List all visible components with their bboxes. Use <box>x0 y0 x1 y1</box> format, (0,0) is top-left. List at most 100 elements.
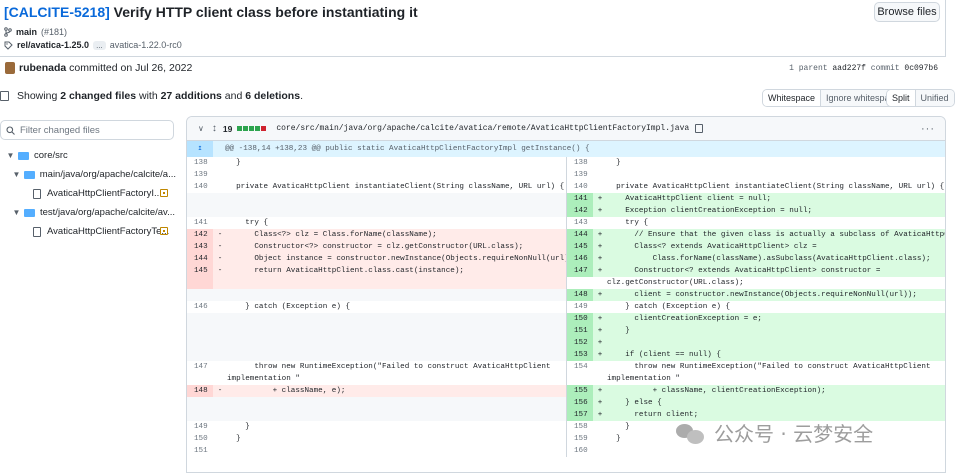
line-number[interactable]: 150 <box>567 313 593 325</box>
diff-marker: - <box>213 229 227 241</box>
split-button[interactable]: Split <box>887 90 916 106</box>
diff-marker <box>213 337 227 349</box>
filter-files-input[interactable] <box>20 124 160 136</box>
line-number[interactable]: 150 <box>187 433 213 445</box>
line-number[interactable] <box>187 325 213 337</box>
line-number[interactable]: 149 <box>567 301 593 313</box>
line-number[interactable]: 142 <box>187 229 213 241</box>
whitespace-button[interactable]: Whitespace <box>763 90 822 106</box>
copy-icon[interactable] <box>695 124 704 133</box>
line-number[interactable] <box>187 277 213 289</box>
line-number[interactable]: 138 <box>187 157 213 169</box>
line-number[interactable]: 148 <box>187 385 213 397</box>
line-number[interactable]: 157 <box>567 409 593 421</box>
tag-name[interactable]: rel/avatica-1.25.0 <box>17 40 89 50</box>
line-number[interactable]: 143 <box>567 217 593 229</box>
line-number[interactable] <box>567 373 593 385</box>
line-number[interactable]: 144 <box>567 229 593 241</box>
line-number[interactable] <box>187 337 213 349</box>
line-number[interactable]: 151 <box>187 445 213 457</box>
issue-link[interactable]: [CALCITE-5218] <box>4 4 110 20</box>
branch-name[interactable]: main <box>16 27 37 37</box>
line-number[interactable]: 138 <box>567 157 593 169</box>
tree-folder-main[interactable]: ▼ main/java/org/apache/calcite/a... <box>0 165 176 184</box>
diff-marker <box>593 361 607 373</box>
more-tags-button[interactable]: ... <box>93 40 106 50</box>
tag-prev[interactable]: avatica-1.22.0-rc0 <box>110 40 182 50</box>
line-number[interactable]: 144 <box>187 253 213 265</box>
file-tree-toggle-icon[interactable] <box>0 91 9 101</box>
line-number[interactable] <box>187 349 213 361</box>
diff-marker <box>213 169 227 181</box>
folder-icon <box>18 151 29 160</box>
line-number[interactable] <box>187 205 213 217</box>
pr-link[interactable]: (#181) <box>41 27 67 37</box>
line-number[interactable]: 149 <box>187 421 213 433</box>
code-line <box>227 313 566 325</box>
line-number[interactable] <box>187 313 213 325</box>
file-path[interactable]: core/src/main/java/org/apache/calcite/av… <box>276 124 689 133</box>
line-number[interactable]: 146 <box>187 301 213 313</box>
diff-marker <box>213 277 227 289</box>
expand-all-icon[interactable]: ↕ <box>212 123 217 134</box>
tree-folder-test[interactable]: ▼ test/java/org/apache/calcite/av... <box>0 203 176 222</box>
right-side: 153 + if (client == null) { <box>566 349 945 361</box>
diff-marker: + <box>593 349 607 361</box>
right-side: 145 + Class<? extends AvaticaHttpClient> … <box>566 241 945 253</box>
more-options-button[interactable]: ··· <box>921 123 935 135</box>
line-number[interactable]: 159 <box>567 433 593 445</box>
line-number[interactable]: 152 <box>567 337 593 349</box>
line-number[interactable]: 139 <box>567 169 593 181</box>
line-number[interactable] <box>187 193 213 205</box>
line-number[interactable]: 155 <box>567 385 593 397</box>
diff-marker <box>213 433 227 445</box>
line-number[interactable]: 151 <box>567 325 593 337</box>
unified-button[interactable]: Unified <box>915 90 954 106</box>
line-number[interactable] <box>187 289 213 301</box>
line-number[interactable]: 141 <box>567 193 593 205</box>
line-number[interactable]: 156 <box>567 397 593 409</box>
diff-marker: + <box>593 253 607 265</box>
diff-row: 141 + AvaticaHttpClient client = null; <box>187 193 945 205</box>
line-number[interactable]: 148 <box>567 289 593 301</box>
line-number[interactable] <box>187 397 213 409</box>
line-number[interactable] <box>187 409 213 421</box>
code-line: clientCreationException = e; <box>607 313 945 325</box>
line-number[interactable]: 160 <box>567 445 593 457</box>
code-line: private AvaticaHttpClient instantiateCli… <box>227 183 565 191</box>
line-number[interactable]: 140 <box>187 181 213 193</box>
line-number[interactable]: 142 <box>567 205 593 217</box>
code-line: } <box>227 435 241 443</box>
line-number[interactable]: 140 <box>567 181 593 193</box>
avatar[interactable] <box>5 62 15 74</box>
diff-marker <box>213 361 227 373</box>
tree-folder-core-src[interactable]: ▼ core/src <box>0 146 176 165</box>
diff-marker <box>213 397 227 409</box>
code-line <box>227 397 566 409</box>
line-number[interactable]: 154 <box>567 361 593 373</box>
line-number[interactable]: 143 <box>187 241 213 253</box>
line-number[interactable]: 147 <box>567 265 593 277</box>
line-number[interactable]: 147 <box>187 361 213 373</box>
browse-files-button[interactable]: Browse files <box>874 2 940 22</box>
line-number[interactable] <box>567 277 593 289</box>
left-side <box>187 397 566 409</box>
left-side: 143- Constructor<?> constructor = clz.ge… <box>187 241 566 253</box>
tree-file-factory-test[interactable]: AvaticaHttpClientFactoryTe... <box>0 222 176 241</box>
line-number[interactable]: 146 <box>567 253 593 265</box>
expand-up-icon[interactable]: ↥ <box>187 141 213 157</box>
line-number[interactable]: 153 <box>567 349 593 361</box>
diff-marker <box>593 433 607 445</box>
line-number[interactable]: 141 <box>187 217 213 229</box>
parent-hash[interactable]: aad227f <box>832 64 866 73</box>
line-number[interactable]: 139 <box>187 169 213 181</box>
line-number[interactable]: 158 <box>567 421 593 433</box>
line-number[interactable]: 145 <box>187 265 213 277</box>
whitespace-toggle: Whitespace Ignore whitespace <box>762 89 906 107</box>
collapse-chevron-icon[interactable]: ∨ <box>198 124 204 133</box>
line-number[interactable]: 145 <box>567 241 593 253</box>
line-number[interactable] <box>187 373 213 385</box>
tree-file-factory-impl[interactable]: AvaticaHttpClientFactoryI... <box>0 184 176 203</box>
